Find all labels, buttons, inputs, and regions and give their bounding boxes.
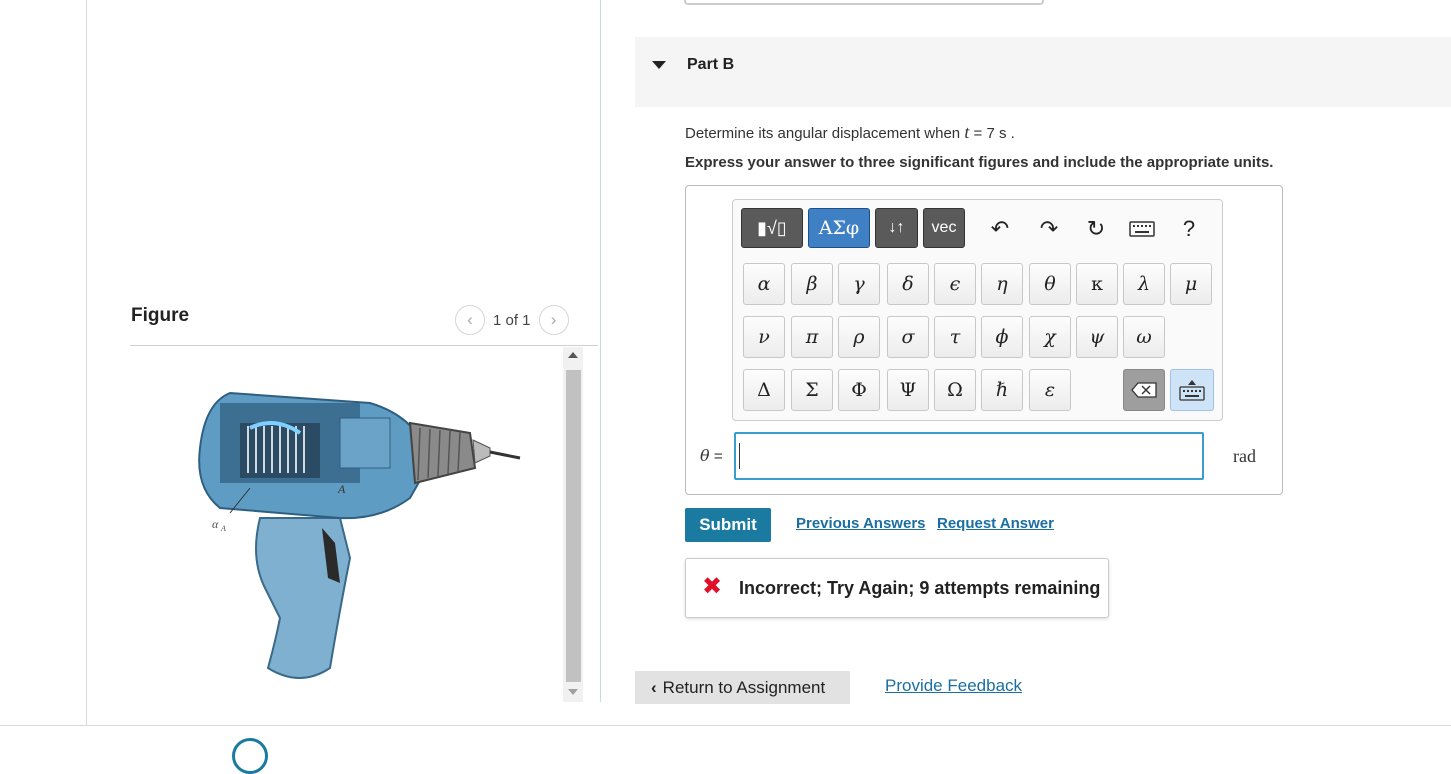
- key-eta[interactable]: η: [981, 263, 1023, 305]
- greek-symbols-button[interactable]: ΑΣφ: [808, 208, 870, 248]
- column-divider: [600, 0, 601, 702]
- question-variable: t: [964, 122, 970, 142]
- return-to-assignment-button[interactable]: ‹ Return to Assignment: [635, 671, 850, 704]
- left-divider: [86, 0, 87, 726]
- key-capital-delta[interactable]: Δ: [743, 369, 785, 411]
- key-phi[interactable]: ϕ: [981, 316, 1023, 358]
- backspace-button[interactable]: [1123, 369, 1165, 411]
- scroll-up-arrow-icon[interactable]: [568, 352, 578, 358]
- drill-figure-image: α A A: [198, 391, 521, 679]
- previous-part-box: [684, 0, 1044, 5]
- arrows-button[interactable]: ↓↑: [875, 208, 918, 248]
- prev-figure-button[interactable]: ‹: [455, 305, 485, 335]
- text-caret: [739, 443, 740, 469]
- key-tau[interactable]: τ: [934, 316, 976, 358]
- alpha-label: α: [212, 517, 219, 531]
- answer-input[interactable]: [734, 432, 1204, 480]
- question-suffix: = 7 s .: [973, 125, 1015, 142]
- chevron-left-icon: ‹: [467, 310, 473, 329]
- figure-pager: ‹ 1 of 1 ›: [455, 305, 569, 335]
- key-theta[interactable]: θ: [1029, 263, 1071, 305]
- caret-down-icon[interactable]: [652, 61, 666, 69]
- key-alpha[interactable]: α: [743, 263, 785, 305]
- request-answer-link[interactable]: Request Answer: [937, 515, 1054, 532]
- previous-answers-link[interactable]: Previous Answers: [796, 515, 926, 532]
- question-text: Determine its angular displacement when …: [685, 122, 1015, 143]
- key-hbar[interactable]: ℏ: [981, 369, 1023, 411]
- question-prefix: Determine its angular displacement when: [685, 125, 961, 142]
- x-icon: ✖: [701, 573, 723, 600]
- figure-scrollbar-thumb[interactable]: [566, 370, 581, 682]
- key-psi[interactable]: ψ: [1076, 316, 1118, 358]
- alpha-subscript: A: [220, 524, 226, 533]
- key-chi[interactable]: χ: [1029, 316, 1071, 358]
- key-mu[interactable]: μ: [1170, 263, 1212, 305]
- key-varepsilon[interactable]: ε: [1029, 369, 1071, 411]
- part-b-header[interactable]: [635, 37, 1451, 107]
- undo-icon[interactable]: ↶: [985, 214, 1015, 244]
- answer-equals: =: [713, 448, 723, 465]
- backspace-icon: [1131, 382, 1157, 398]
- answer-instruction: Express your answer to three significant…: [685, 154, 1274, 171]
- key-omega[interactable]: ω: [1123, 316, 1165, 358]
- vector-button[interactable]: vec: [923, 208, 965, 248]
- scroll-down-arrow-icon[interactable]: [568, 689, 578, 695]
- key-delta[interactable]: δ: [887, 263, 929, 305]
- provide-feedback-link[interactable]: Provide Feedback: [885, 676, 1022, 696]
- chevron-right-icon: ›: [550, 310, 557, 329]
- keyboard-toggle-icon: [1179, 380, 1205, 401]
- chevron-left-icon: ‹: [651, 677, 657, 697]
- feedback-message: Incorrect; Try Again; 9 attempts remaini…: [739, 578, 1101, 598]
- key-pi[interactable]: π: [791, 316, 833, 358]
- key-capital-omega[interactable]: Ω: [934, 369, 976, 411]
- answer-units: rad: [1233, 446, 1256, 466]
- figure-page-indicator: 1 of 1: [493, 311, 531, 329]
- key-lambda[interactable]: λ: [1123, 263, 1165, 305]
- key-capital-sigma[interactable]: Σ: [791, 369, 833, 411]
- submit-button[interactable]: Submit: [685, 508, 771, 542]
- key-sigma[interactable]: σ: [887, 316, 929, 358]
- key-capital-phi[interactable]: Φ: [838, 369, 880, 411]
- bottom-divider: [0, 725, 1451, 726]
- return-label: Return to Assignment: [662, 677, 826, 697]
- answer-variable-label: θ =: [700, 446, 723, 465]
- help-button[interactable]: ?: [1174, 214, 1204, 244]
- key-gamma[interactable]: γ: [838, 263, 880, 305]
- show-keyboard-button[interactable]: [1170, 369, 1214, 411]
- next-figure-button[interactable]: ›: [538, 305, 569, 335]
- figure-title: Figure: [131, 305, 190, 326]
- key-nu[interactable]: ν: [743, 316, 785, 358]
- part-b-label: Part B: [687, 56, 735, 73]
- templates-button[interactable]: ▮√▯: [741, 208, 803, 248]
- bottom-circle-icon[interactable]: [232, 738, 268, 774]
- answer-variable: θ: [700, 446, 710, 465]
- keyboard-icon[interactable]: [1127, 214, 1157, 244]
- figure-rule: [130, 345, 598, 346]
- key-capital-psi[interactable]: Ψ: [887, 369, 929, 411]
- key-kappa[interactable]: κ: [1076, 263, 1118, 305]
- redo-icon[interactable]: ↷: [1034, 214, 1064, 244]
- key-beta[interactable]: β: [791, 263, 833, 305]
- key-epsilon[interactable]: ϵ: [934, 263, 976, 305]
- reset-icon[interactable]: ↻: [1081, 214, 1111, 244]
- point-a-label: A: [337, 482, 346, 496]
- key-rho[interactable]: ρ: [838, 316, 880, 358]
